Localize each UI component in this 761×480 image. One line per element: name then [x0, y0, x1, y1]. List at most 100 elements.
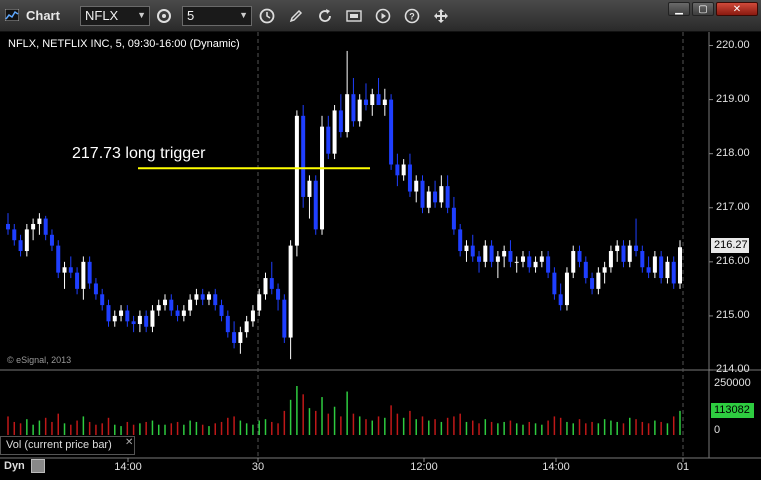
candle-body	[232, 332, 237, 343]
volume-tick-zero: 0	[714, 424, 721, 436]
candle-body	[219, 305, 224, 316]
candle-body	[395, 164, 400, 176]
candle-body	[244, 321, 249, 333]
candle-body	[596, 272, 601, 289]
candle-body	[357, 99, 362, 122]
candle-body	[351, 94, 356, 122]
candle-body	[81, 261, 86, 289]
candle-body	[659, 256, 664, 279]
candle-body	[646, 267, 651, 273]
candle-body	[163, 299, 168, 306]
candle-body	[502, 251, 507, 257]
candle-body	[75, 272, 80, 289]
close-button[interactable]: ✕	[716, 2, 758, 16]
help-icon[interactable]: ?	[403, 7, 421, 25]
candle-body	[282, 299, 287, 338]
candle-body	[68, 267, 73, 273]
chevron-down-icon[interactable]: ▼	[239, 10, 248, 20]
candle-body	[37, 218, 42, 224]
clock-icon[interactable]	[258, 7, 276, 25]
candle-body	[615, 245, 620, 252]
candle-body	[188, 299, 193, 311]
candle-body	[269, 278, 274, 289]
window-titlebar: Chart NFLX ▼ 5 ▼ ? ▁ ▢ ✕	[0, 0, 761, 32]
candle-body	[546, 256, 551, 273]
candle-body	[401, 164, 406, 176]
pencil-icon[interactable]	[287, 7, 305, 25]
volume-pane-label: Vol (current price bar)	[0, 436, 135, 455]
candle-body	[175, 310, 180, 316]
candle-body	[533, 261, 538, 268]
lock-icon[interactable]	[31, 459, 45, 473]
candle-body	[56, 245, 61, 273]
candle-body	[24, 229, 29, 252]
candle-body	[307, 180, 312, 197]
candle-body	[156, 305, 161, 311]
candle-body	[489, 245, 494, 262]
candle-body	[6, 223, 10, 230]
cursor-move-icon[interactable]	[432, 7, 450, 25]
candle-body	[558, 294, 563, 306]
candle-body	[313, 180, 318, 230]
price-chart[interactable]	[0, 32, 761, 480]
candle-body	[382, 99, 387, 106]
refresh-icon[interactable]	[316, 7, 334, 25]
candle-body	[294, 115, 299, 246]
candle-body	[389, 99, 394, 165]
interval-combo[interactable]: 5 ▼	[182, 6, 252, 26]
candle-body	[451, 207, 456, 230]
candle-body	[206, 294, 211, 300]
candle-body	[527, 256, 532, 268]
candle-body	[652, 256, 657, 273]
symbol-link-icon[interactable]	[155, 7, 173, 25]
candle-body	[420, 180, 425, 208]
candle-body	[464, 245, 469, 252]
candle-body	[225, 315, 230, 333]
price-tick-label: 220.00	[716, 38, 750, 51]
candle-body	[100, 294, 105, 306]
candle-body	[257, 294, 262, 311]
price-tick-label: 218.00	[716, 146, 750, 159]
price-tick-label: 217.00	[716, 200, 750, 213]
candle-body	[426, 191, 431, 208]
maximize-button[interactable]: ▢	[692, 2, 714, 16]
candle-body	[194, 294, 199, 300]
close-icon[interactable]: ✕	[125, 437, 133, 448]
candle-body	[87, 261, 92, 284]
candle-body	[414, 180, 419, 192]
chart-header: NFLX, NETFLIX INC, 5, 09:30-16:00 (Dynam…	[8, 38, 240, 50]
symbol-value[interactable]: NFLX	[85, 8, 118, 23]
symbol-combo[interactable]: NFLX ▼	[80, 6, 150, 26]
minimize-button[interactable]: ▁	[668, 2, 690, 16]
candle-body	[508, 251, 513, 262]
quote-icon[interactable]	[345, 7, 363, 25]
candle-body	[288, 245, 293, 338]
candle-body	[119, 310, 124, 316]
candle-body	[93, 283, 98, 295]
candle-body	[131, 321, 136, 325]
svg-text:?: ?	[409, 12, 415, 22]
price-tick-label: 215.00	[716, 308, 750, 321]
candle-body	[150, 310, 155, 327]
candle-body	[552, 272, 557, 295]
candle-body	[301, 115, 306, 197]
candle-body	[332, 110, 337, 154]
candle-body	[577, 251, 582, 262]
play-icon[interactable]	[374, 7, 392, 25]
candle-body	[520, 256, 525, 262]
candle-body	[49, 234, 54, 246]
copyright: © eSignal, 2013	[7, 355, 72, 365]
candle-body	[112, 315, 117, 322]
candle-body	[276, 288, 281, 300]
candle-body	[407, 164, 412, 192]
interval-value[interactable]: 5	[187, 8, 194, 23]
candle-body	[125, 310, 130, 322]
candle-body	[439, 186, 444, 203]
candle-body	[621, 245, 626, 262]
candle-body	[12, 229, 17, 241]
candle-body	[634, 245, 639, 252]
candle-body	[43, 218, 48, 235]
candle-body	[627, 245, 632, 262]
candle-body	[678, 247, 682, 284]
chevron-down-icon[interactable]: ▼	[137, 10, 146, 20]
